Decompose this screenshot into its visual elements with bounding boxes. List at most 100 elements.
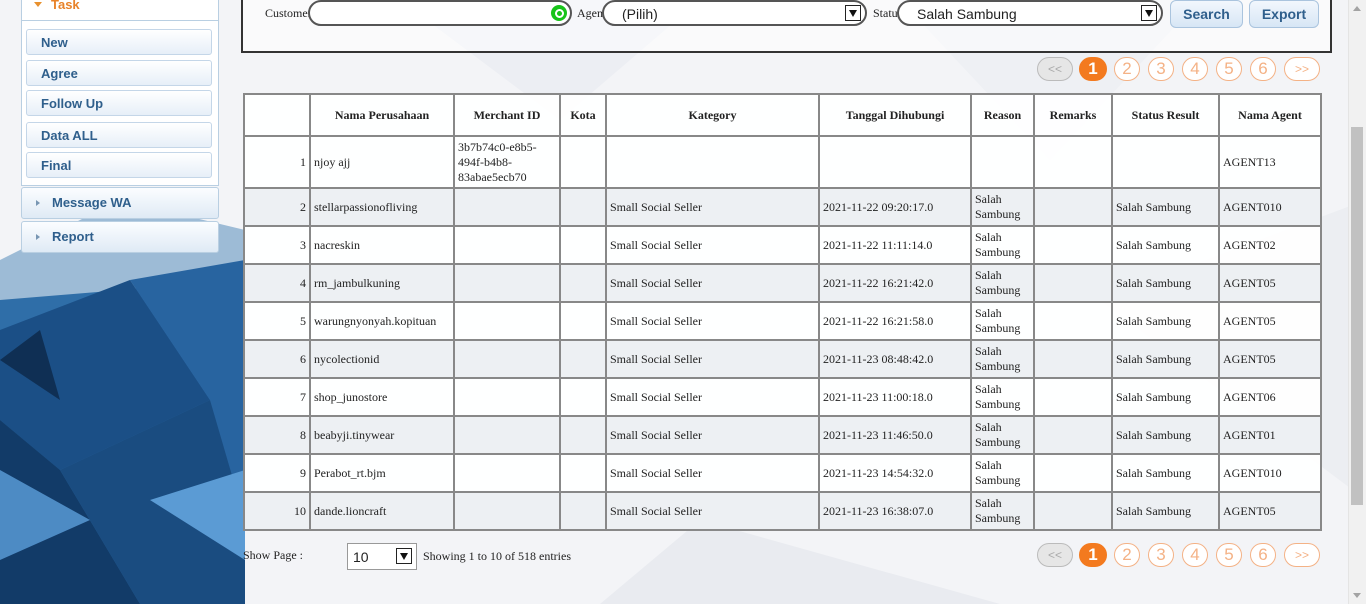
cell-remarks: [1033, 415, 1113, 455]
cell-no: 7: [243, 377, 311, 417]
pagination-page[interactable]: 3: [1148, 543, 1174, 567]
pagination-page[interactable]: 1: [1079, 57, 1107, 81]
cell-no: 3: [243, 225, 311, 265]
sidebar-item-final[interactable]: Final: [26, 152, 212, 178]
sidebar-item-follow-up[interactable]: Follow Up: [26, 90, 212, 116]
column-header-status-result[interactable]: Status Result: [1111, 93, 1220, 137]
cell-remarks: [1033, 263, 1113, 303]
pagination-page[interactable]: 4: [1182, 57, 1208, 81]
page-scrollbar[interactable]: [1348, 0, 1366, 604]
cell-nama-agent: AGENT02: [1218, 225, 1322, 265]
table-row[interactable]: 9 Perabot_rt.bjm Small Social Seller 2021-1…: [243, 453, 1322, 493]
sidebar-item-new[interactable]: New: [26, 29, 212, 55]
cell-reason: Salah Sambung: [970, 187, 1035, 227]
search-button[interactable]: Search: [1170, 0, 1243, 28]
cell-merchant-id: [453, 453, 561, 493]
pagination-prev[interactable]: <<: [1037, 57, 1073, 81]
cell-tanggal-dihubungi: [818, 135, 972, 189]
cell-kota: [559, 263, 607, 303]
cell-tanggal-dihubungi: 2021-11-22 11:11:14.0: [818, 225, 972, 265]
column-header-reason[interactable]: Reason: [970, 93, 1035, 137]
chevron-right-icon: [36, 200, 40, 206]
sidebar-item-data-all[interactable]: Data ALL: [26, 122, 212, 148]
cell-kategory: Small Social Seller: [605, 453, 820, 493]
cell-remarks: [1033, 135, 1113, 189]
column-header-nama-agent[interactable]: Nama Agent: [1218, 93, 1322, 137]
cell-no: 8: [243, 415, 311, 455]
cell-kategory: Small Social Seller: [605, 491, 820, 531]
pagination-page[interactable]: 4: [1182, 543, 1208, 567]
cell-nama-agent: AGENT06: [1218, 377, 1322, 417]
sidebar: Task New Agree Follow Up Data ALL Final …: [21, 0, 219, 253]
cell-status-result: Salah Sambung: [1111, 415, 1220, 455]
agent-select[interactable]: (Pilih): [602, 0, 867, 26]
status-select[interactable]: Salah Sambung: [897, 0, 1163, 26]
sidebar-menu-message-wa[interactable]: Message WA: [21, 187, 219, 219]
cell-status-result: [1111, 135, 1220, 189]
cell-no: 10: [243, 491, 311, 531]
pagination-prev[interactable]: <<: [1037, 543, 1073, 567]
cell-kota: [559, 453, 607, 493]
agent-select-value: (Pilih): [622, 6, 658, 22]
cell-merchant-id: 3b7b74c0-e8b5-494f-b4b8-83abae5ecb70: [453, 135, 561, 189]
pagination-page[interactable]: 1: [1079, 543, 1107, 567]
cell-kota: [559, 187, 607, 227]
scroll-up-icon[interactable]: [1353, 6, 1361, 11]
cell-tanggal-dihubungi: 2021-11-22 16:21:42.0: [818, 263, 972, 303]
cell-no: 6: [243, 339, 311, 379]
scroll-down-icon[interactable]: [1353, 593, 1361, 598]
table-row[interactable]: 3 nacreskin Small Social Seller 2021-11-22 …: [243, 225, 1322, 265]
cell-nama-perusahaan: warungnyonyah.kopituan: [309, 301, 455, 341]
pagination-next[interactable]: >>: [1284, 543, 1320, 567]
column-header-merchant-id[interactable]: Merchant ID: [453, 93, 561, 137]
table-row[interactable]: 10 dande.lioncraft Small Social Seller 2021…: [243, 491, 1322, 531]
export-button[interactable]: Export: [1249, 0, 1319, 28]
customer-input[interactable]: [308, 0, 572, 26]
pagination-page[interactable]: 2: [1114, 543, 1140, 567]
table-row[interactable]: 6 nycolectionid Small Social Seller 2021-11…: [243, 339, 1322, 379]
pagination-page[interactable]: 6: [1250, 543, 1276, 567]
pagination-page[interactable]: 5: [1216, 543, 1242, 567]
cell-merchant-id: [453, 225, 561, 265]
cell-kota: [559, 225, 607, 265]
cell-kategory: Small Social Seller: [605, 377, 820, 417]
cell-kategory: Small Social Seller: [605, 415, 820, 455]
cell-tanggal-dihubungi: 2021-11-22 16:21:58.0: [818, 301, 972, 341]
column-header-kota[interactable]: Kota: [559, 93, 607, 137]
table-row[interactable]: 8 beabyji.tinywear Small Social Seller 2021…: [243, 415, 1322, 455]
cell-kota: [559, 377, 607, 417]
sidebar-item-agree[interactable]: Agree: [26, 60, 212, 86]
scrollbar-thumb[interactable]: [1351, 127, 1363, 505]
sidebar-task-header[interactable]: Task: [21, 0, 219, 21]
cell-kategory: Small Social Seller: [605, 187, 820, 227]
dropdown-arrow-icon: [1141, 5, 1157, 21]
cell-nama-perusahaan: stellarpassionofliving: [309, 187, 455, 227]
pagination-page[interactable]: 5: [1216, 57, 1242, 81]
table-row[interactable]: 5 warungnyonyah.kopituan Small Social Sell…: [243, 301, 1322, 341]
pagination-page[interactable]: 2: [1114, 57, 1140, 81]
column-header-kategory[interactable]: Kategory: [605, 93, 820, 137]
cell-nama-agent: AGENT01: [1218, 415, 1322, 455]
table-row[interactable]: 7 shop_junostore Small Social Seller 2021-1…: [243, 377, 1322, 417]
cell-nama-perusahaan: nycolectionid: [309, 339, 455, 379]
table-row[interactable]: 1 njoy ajj 3b7b74c0-e8b5-494f-b4b8-83abae5…: [243, 135, 1322, 189]
cell-reason: Salah Sambung: [970, 263, 1035, 303]
cell-reason: Salah Sambung: [970, 301, 1035, 341]
sidebar-menu-label: Message WA: [52, 195, 132, 210]
page-size-value: 10: [353, 549, 369, 565]
cell-no: 5: [243, 301, 311, 341]
sidebar-menu-report[interactable]: Report: [21, 221, 219, 253]
page-size-select[interactable]: 10: [347, 543, 417, 570]
pagination-page[interactable]: 3: [1148, 57, 1174, 81]
table-row[interactable]: 4 rm_jambulkuning Small Social Seller 2021-…: [243, 263, 1322, 303]
table-row[interactable]: 2 stellarpassionofliving Small Social Sell…: [243, 187, 1322, 227]
column-header-tanggal-dihubungi[interactable]: Tanggal Dihubungi: [818, 93, 972, 137]
lookup-icon[interactable]: [551, 5, 567, 21]
cell-kategory: Small Social Seller: [605, 225, 820, 265]
pagination-page[interactable]: 6: [1250, 57, 1276, 81]
status-select-value: Salah Sambung: [917, 6, 1017, 22]
pagination-next[interactable]: >>: [1284, 57, 1320, 81]
column-header-remarks[interactable]: Remarks: [1033, 93, 1113, 137]
column-header-nama-perusahaan[interactable]: Nama Perusahaan: [309, 93, 455, 137]
chevron-right-icon: [36, 234, 40, 240]
